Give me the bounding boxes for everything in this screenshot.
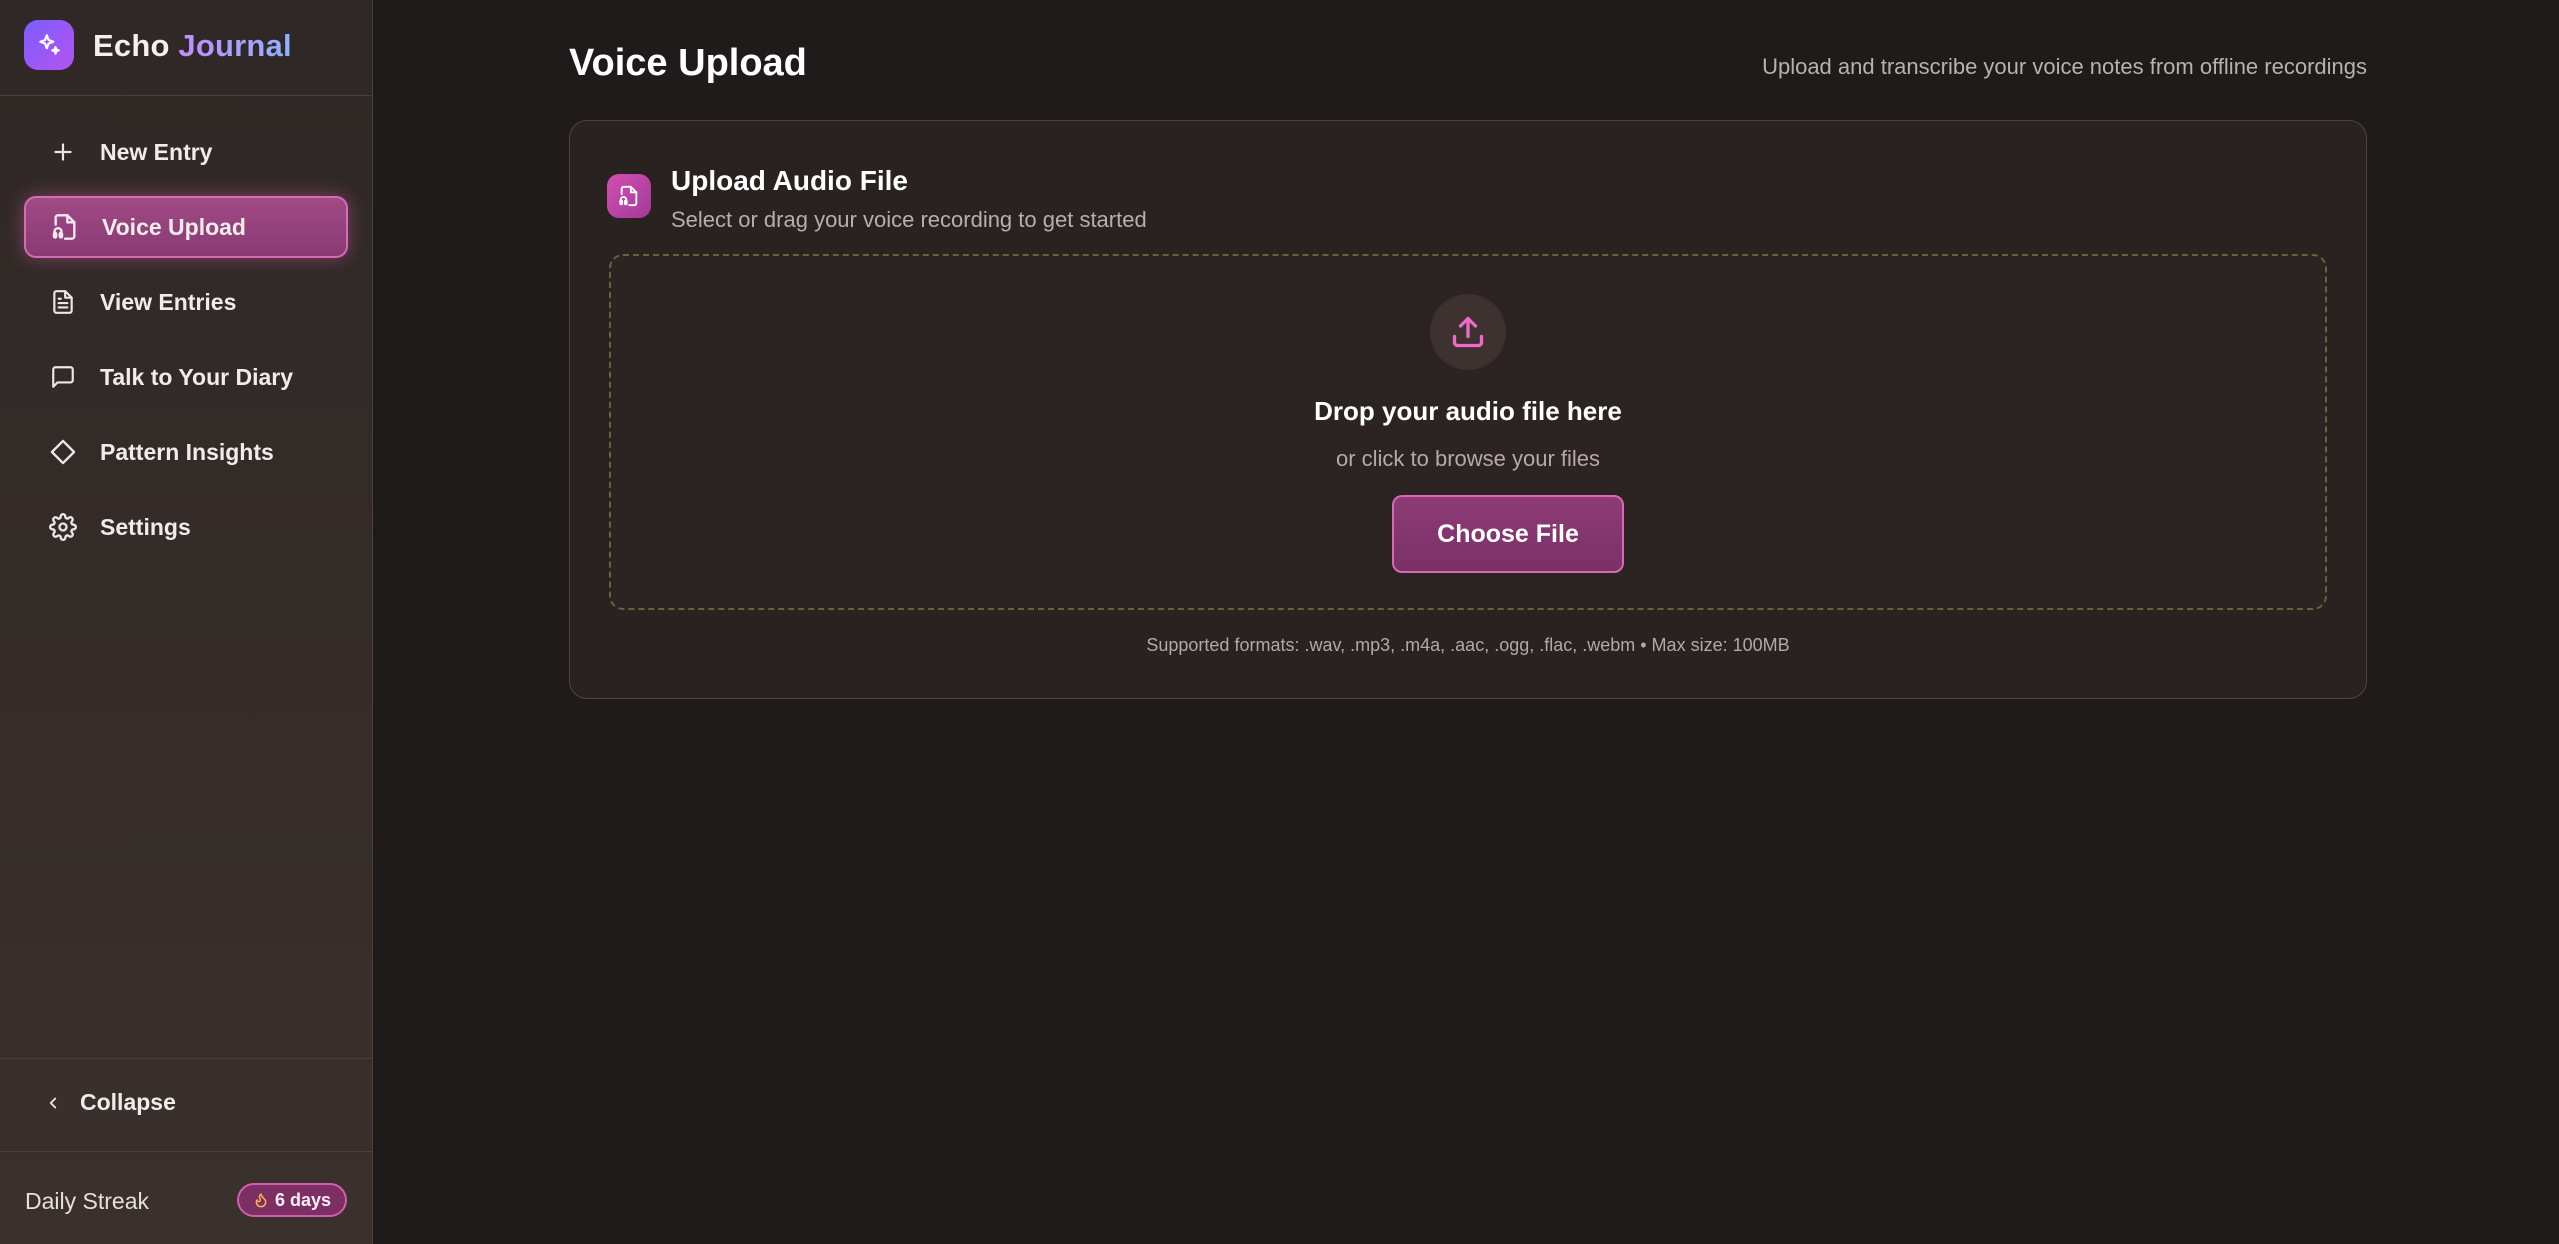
streak-badge: 6 days [236, 1183, 347, 1217]
sidebar-item-settings[interactable]: Settings [24, 496, 348, 558]
sidebar-item-label: Voice Upload [102, 213, 246, 240]
upload-icon [1430, 294, 1506, 370]
supported-formats-note: Supported formats: .wav, .mp3, .m4a, .aa… [1146, 635, 1790, 655]
diamond-icon [48, 437, 78, 467]
drop-title: Drop your audio file here [1314, 396, 1622, 426]
sidebar-item-label: Settings [100, 513, 191, 540]
sidebar-item-label: View Entries [100, 288, 237, 315]
flame-icon [253, 1192, 269, 1208]
sidebar-item-pattern-insights[interactable]: Pattern Insights [24, 421, 348, 483]
audio-dropzone[interactable]: Drop your audio file here or click to br… [609, 254, 2327, 610]
sidebar-item-view-entries[interactable]: View Entries [24, 271, 348, 333]
collapse-button[interactable]: Collapse [44, 1089, 176, 1116]
choose-file-button[interactable]: Choose File [1392, 495, 1624, 573]
file-audio-icon [50, 212, 80, 242]
sidebar-nav: New Entry Voice Upload View Entries Talk… [24, 121, 348, 571]
card-title: Upload Audio File [671, 165, 908, 196]
sidebar-item-label: Pattern Insights [100, 438, 274, 465]
brand-header: Echo Journal [0, 0, 372, 96]
gear-icon [48, 512, 78, 542]
upload-card: Upload Audio File Select or drag your vo… [569, 120, 2367, 699]
sidebar: Echo Journal New Entry Voice Upload View… [0, 0, 373, 1244]
sidebar-item-talk-to-diary[interactable]: Talk to Your Diary [24, 346, 348, 408]
collapse-label: Collapse [80, 1089, 176, 1115]
sidebar-item-voice-upload[interactable]: Voice Upload [24, 196, 348, 258]
sidebar-item-label: New Entry [100, 138, 213, 165]
daily-streak: Daily Streak 6 days [0, 1152, 372, 1244]
streak-value: 6 days [274, 1189, 331, 1210]
chevron-left-icon [44, 1094, 64, 1112]
sidebar-item-label: Talk to Your Diary [100, 363, 293, 390]
streak-label: Daily Streak [25, 1188, 149, 1214]
drop-subtitle: or click to browse your files [1335, 446, 1601, 471]
plus-icon [48, 137, 78, 167]
sparkles-icon[interactable] [24, 20, 74, 70]
app-title-part1: Echo [93, 28, 170, 63]
card-subtitle: Select or drag your voice recording to g… [671, 207, 1147, 232]
page-title: Voice Upload [569, 42, 807, 84]
file-audio-icon [607, 174, 651, 218]
file-text-icon [48, 287, 78, 317]
message-square-icon [48, 362, 78, 392]
app-title: Echo Journal [93, 28, 292, 64]
sidebar-item-new-entry[interactable]: New Entry [24, 121, 348, 183]
page-subtitle: Upload and transcribe your voice notes f… [1762, 54, 2367, 79]
collapse-section: Collapse [0, 1058, 372, 1152]
app-title-part2: Journal [178, 28, 292, 63]
